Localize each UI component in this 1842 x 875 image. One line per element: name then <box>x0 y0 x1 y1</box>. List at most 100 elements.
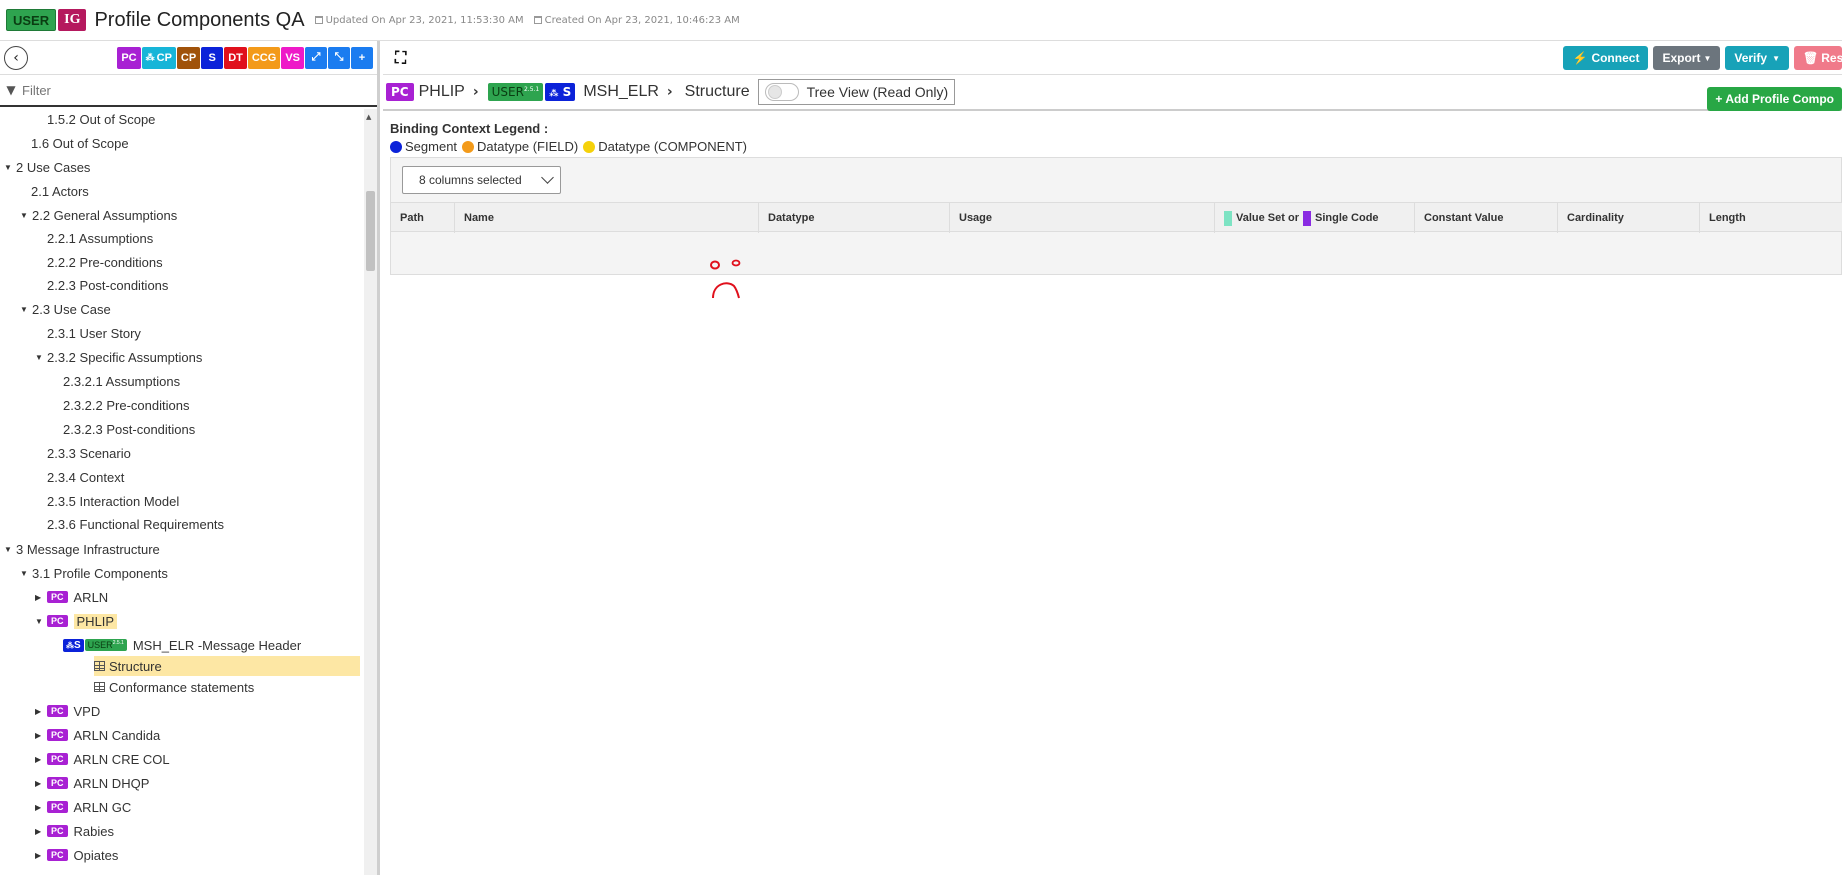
tree-item[interactable]: 2.3.2.3 Post-conditions <box>63 419 195 439</box>
hierarchy-icon: ⁂ <box>66 640 74 650</box>
caret-down-icon[interactable]: ▼ <box>4 163 16 172</box>
verify-button[interactable]: Verify ▼ <box>1725 46 1789 70</box>
breadcrumb: PC PHLIP › USER2.5.1 ⁂ S MSH_ELR › Struc… <box>383 75 1842 111</box>
reset-button[interactable]: 🗑Reset <box>1794 46 1842 70</box>
tree-view-toggle[interactable]: Tree View (Read Only) <box>757 79 956 105</box>
caret-down-icon[interactable]: ▼ <box>20 305 32 314</box>
tree-item-arln-candida[interactable]: ▶ PC ARLN Candida <box>35 725 160 745</box>
filter-segment-button[interactable]: S <box>201 46 224 69</box>
filter-ccg-button[interactable]: CCG <box>247 46 281 69</box>
caret-right-icon[interactable]: ▶ <box>35 593 47 602</box>
tree-item-conformance[interactable]: Conformance statements <box>94 677 254 697</box>
app-header: USER IG Profile Components QA Updated On… <box>0 0 1842 41</box>
caret-right-icon[interactable]: ▶ <box>35 755 47 764</box>
tree-item[interactable]: ▼ 2.3 Use Case <box>20 299 111 319</box>
caret-right-icon[interactable]: ▶ <box>35 851 47 860</box>
column-path[interactable]: Path <box>391 203 455 233</box>
calendar-icon <box>314 16 323 24</box>
tree-item[interactable]: ▼ 3.1 Profile Components <box>20 563 168 583</box>
scroll-up-icon[interactable]: ▲ <box>366 113 371 121</box>
caret-right-icon[interactable]: ▶ <box>35 803 47 812</box>
caret-down-icon[interactable]: ▼ <box>35 617 47 626</box>
caret-down-icon[interactable]: ▼ <box>20 211 32 220</box>
tree-item[interactable]: 2.2.2 Pre-conditions <box>47 252 163 272</box>
filter-row: ▼ <box>0 75 377 107</box>
tree-item-arln-dhqp[interactable]: ▶ PC ARLN DHQP <box>35 773 149 793</box>
tree-item[interactable]: ▼ 2.3.2 Specific Assumptions <box>35 347 202 367</box>
column-datatype[interactable]: Datatype <box>759 203 950 233</box>
filter-cp-composite-button[interactable]: CP <box>176 46 201 69</box>
plus-icon: + <box>1715 92 1723 106</box>
segment-badge: ⁂S <box>63 638 84 652</box>
filter-valueset-button[interactable]: VS <box>281 46 304 69</box>
tree-item[interactable]: ▼ 2 Use Cases <box>4 157 90 177</box>
user-scope-badge: USER2.5.1 <box>84 639 127 651</box>
fullscreen-icon[interactable]: ⛶ <box>395 48 406 68</box>
tree-item-arln-cre-col[interactable]: ▶ PC ARLN CRE COL <box>35 749 170 769</box>
tree-item[interactable]: 2.3.2.2 Pre-conditions <box>63 395 189 415</box>
columns-select[interactable]: 8 columns selected <box>402 166 561 194</box>
caret-right-icon[interactable]: ▶ <box>35 707 47 716</box>
caret-right-icon[interactable]: ▶ <box>35 827 47 836</box>
tree-item-arln-gc[interactable]: ▶ PC ARLN GC <box>35 797 131 817</box>
page-title: Profile Components QA <box>94 8 305 31</box>
caret-down-icon: ▼ <box>1703 53 1712 63</box>
pc-badge: PC <box>47 849 68 861</box>
export-button[interactable]: Export ▼ <box>1653 46 1721 70</box>
tree-item[interactable]: 2.3.1 User Story <box>47 323 141 343</box>
connect-button[interactable]: ⚡ Connect <box>1563 46 1649 70</box>
breadcrumb-segment[interactable]: MSH_ELR <box>583 83 659 101</box>
add-profile-component-button[interactable]: + Add Profile Compo <box>1707 87 1842 111</box>
plug-icon: ⚡ <box>1572 51 1588 65</box>
expand-all-button[interactable]: ⤢ <box>305 46 327 69</box>
caret-right-icon[interactable]: ▶ <box>35 731 47 740</box>
pc-badge: PC <box>47 615 68 627</box>
tree-item[interactable]: 2.3.4 Context <box>47 467 124 487</box>
column-usage[interactable]: Usage <box>950 203 1215 233</box>
column-length[interactable]: Length <box>1700 203 1842 233</box>
tree-item[interactable]: ▼ 2.2 General Assumptions <box>20 205 177 225</box>
caret-down-icon[interactable]: ▼ <box>20 569 32 578</box>
chevron-down-icon <box>541 171 554 184</box>
toggle-switch[interactable] <box>764 83 799 101</box>
tree-item-opiates[interactable]: ▶ PC Opiates <box>35 845 118 865</box>
tree-item[interactable]: ▼ 3 Message Infrastructure <box>4 539 160 559</box>
tree-item[interactable]: 2.1 Actors <box>31 181 89 201</box>
caret-right-icon[interactable]: ▶ <box>35 779 47 788</box>
filter-pc-button[interactable]: PC <box>117 46 141 69</box>
add-section-button[interactable]: + <box>351 46 373 69</box>
pc-badge: PC <box>386 83 414 101</box>
tree-item[interactable]: 2.2.3 Post-conditions <box>47 275 168 295</box>
tree-item[interactable]: 2.3.6 Functional Requirements <box>47 514 224 534</box>
tree-item[interactable]: 2.2.1 Assumptions <box>47 228 153 248</box>
ig-badge: IG <box>58 9 87 31</box>
tree-item-msh-elr[interactable]: ⁂S USER2.5.1 MSH_ELR -Message Header <box>63 635 301 655</box>
column-name[interactable]: Name <box>455 203 759 233</box>
segment-dot-icon <box>390 140 402 153</box>
tree-item-phlip[interactable]: ▼ PC PHLIP <box>35 611 118 631</box>
filter-cp-button[interactable]: ⁂ CP <box>141 46 176 69</box>
column-cardinality[interactable]: Cardinality <box>1558 203 1700 233</box>
column-constant-value[interactable]: Constant Value <box>1415 203 1558 233</box>
tree-scrollbar[interactable]: ▲ <box>364 109 377 875</box>
scroll-thumb[interactable] <box>366 191 375 271</box>
tree-item[interactable]: 2.3.3 Scenario <box>47 443 131 463</box>
tree-item-rabies[interactable]: ▶ PC Rabies <box>35 821 114 841</box>
legend-datatype-field: Datatype (FIELD) <box>462 139 578 154</box>
caret-down-icon[interactable]: ▼ <box>35 353 47 362</box>
breadcrumb-phlip[interactable]: PHLIP <box>419 83 465 101</box>
filter-input[interactable] <box>22 76 377 104</box>
collapse-sidebar-button[interactable]: ‹ <box>4 45 28 70</box>
filter-datatype-button[interactable]: DT <box>224 46 247 69</box>
tree-item[interactable]: 2.3.2.1 Assumptions <box>63 371 180 391</box>
tree-item[interactable]: 1.5.2 Out of Scope <box>47 109 155 129</box>
column-value-set[interactable]: Value Set or Single Code <box>1215 203 1415 233</box>
tree-item-arln[interactable]: ▶ PC ARLN <box>35 587 108 607</box>
tree-item-structure[interactable]: Structure <box>94 656 360 676</box>
table-header: Path Name Datatype Usage Value Set or Sin… <box>391 202 1842 233</box>
tree-item[interactable]: 1.6 Out of Scope <box>31 133 129 153</box>
tree-item-vpd[interactable]: ▶ PC VPD <box>35 701 100 721</box>
caret-down-icon[interactable]: ▼ <box>4 545 16 554</box>
collapse-all-button[interactable]: ⤡ <box>328 46 350 69</box>
tree-item[interactable]: 2.3.5 Interaction Model <box>47 491 179 511</box>
